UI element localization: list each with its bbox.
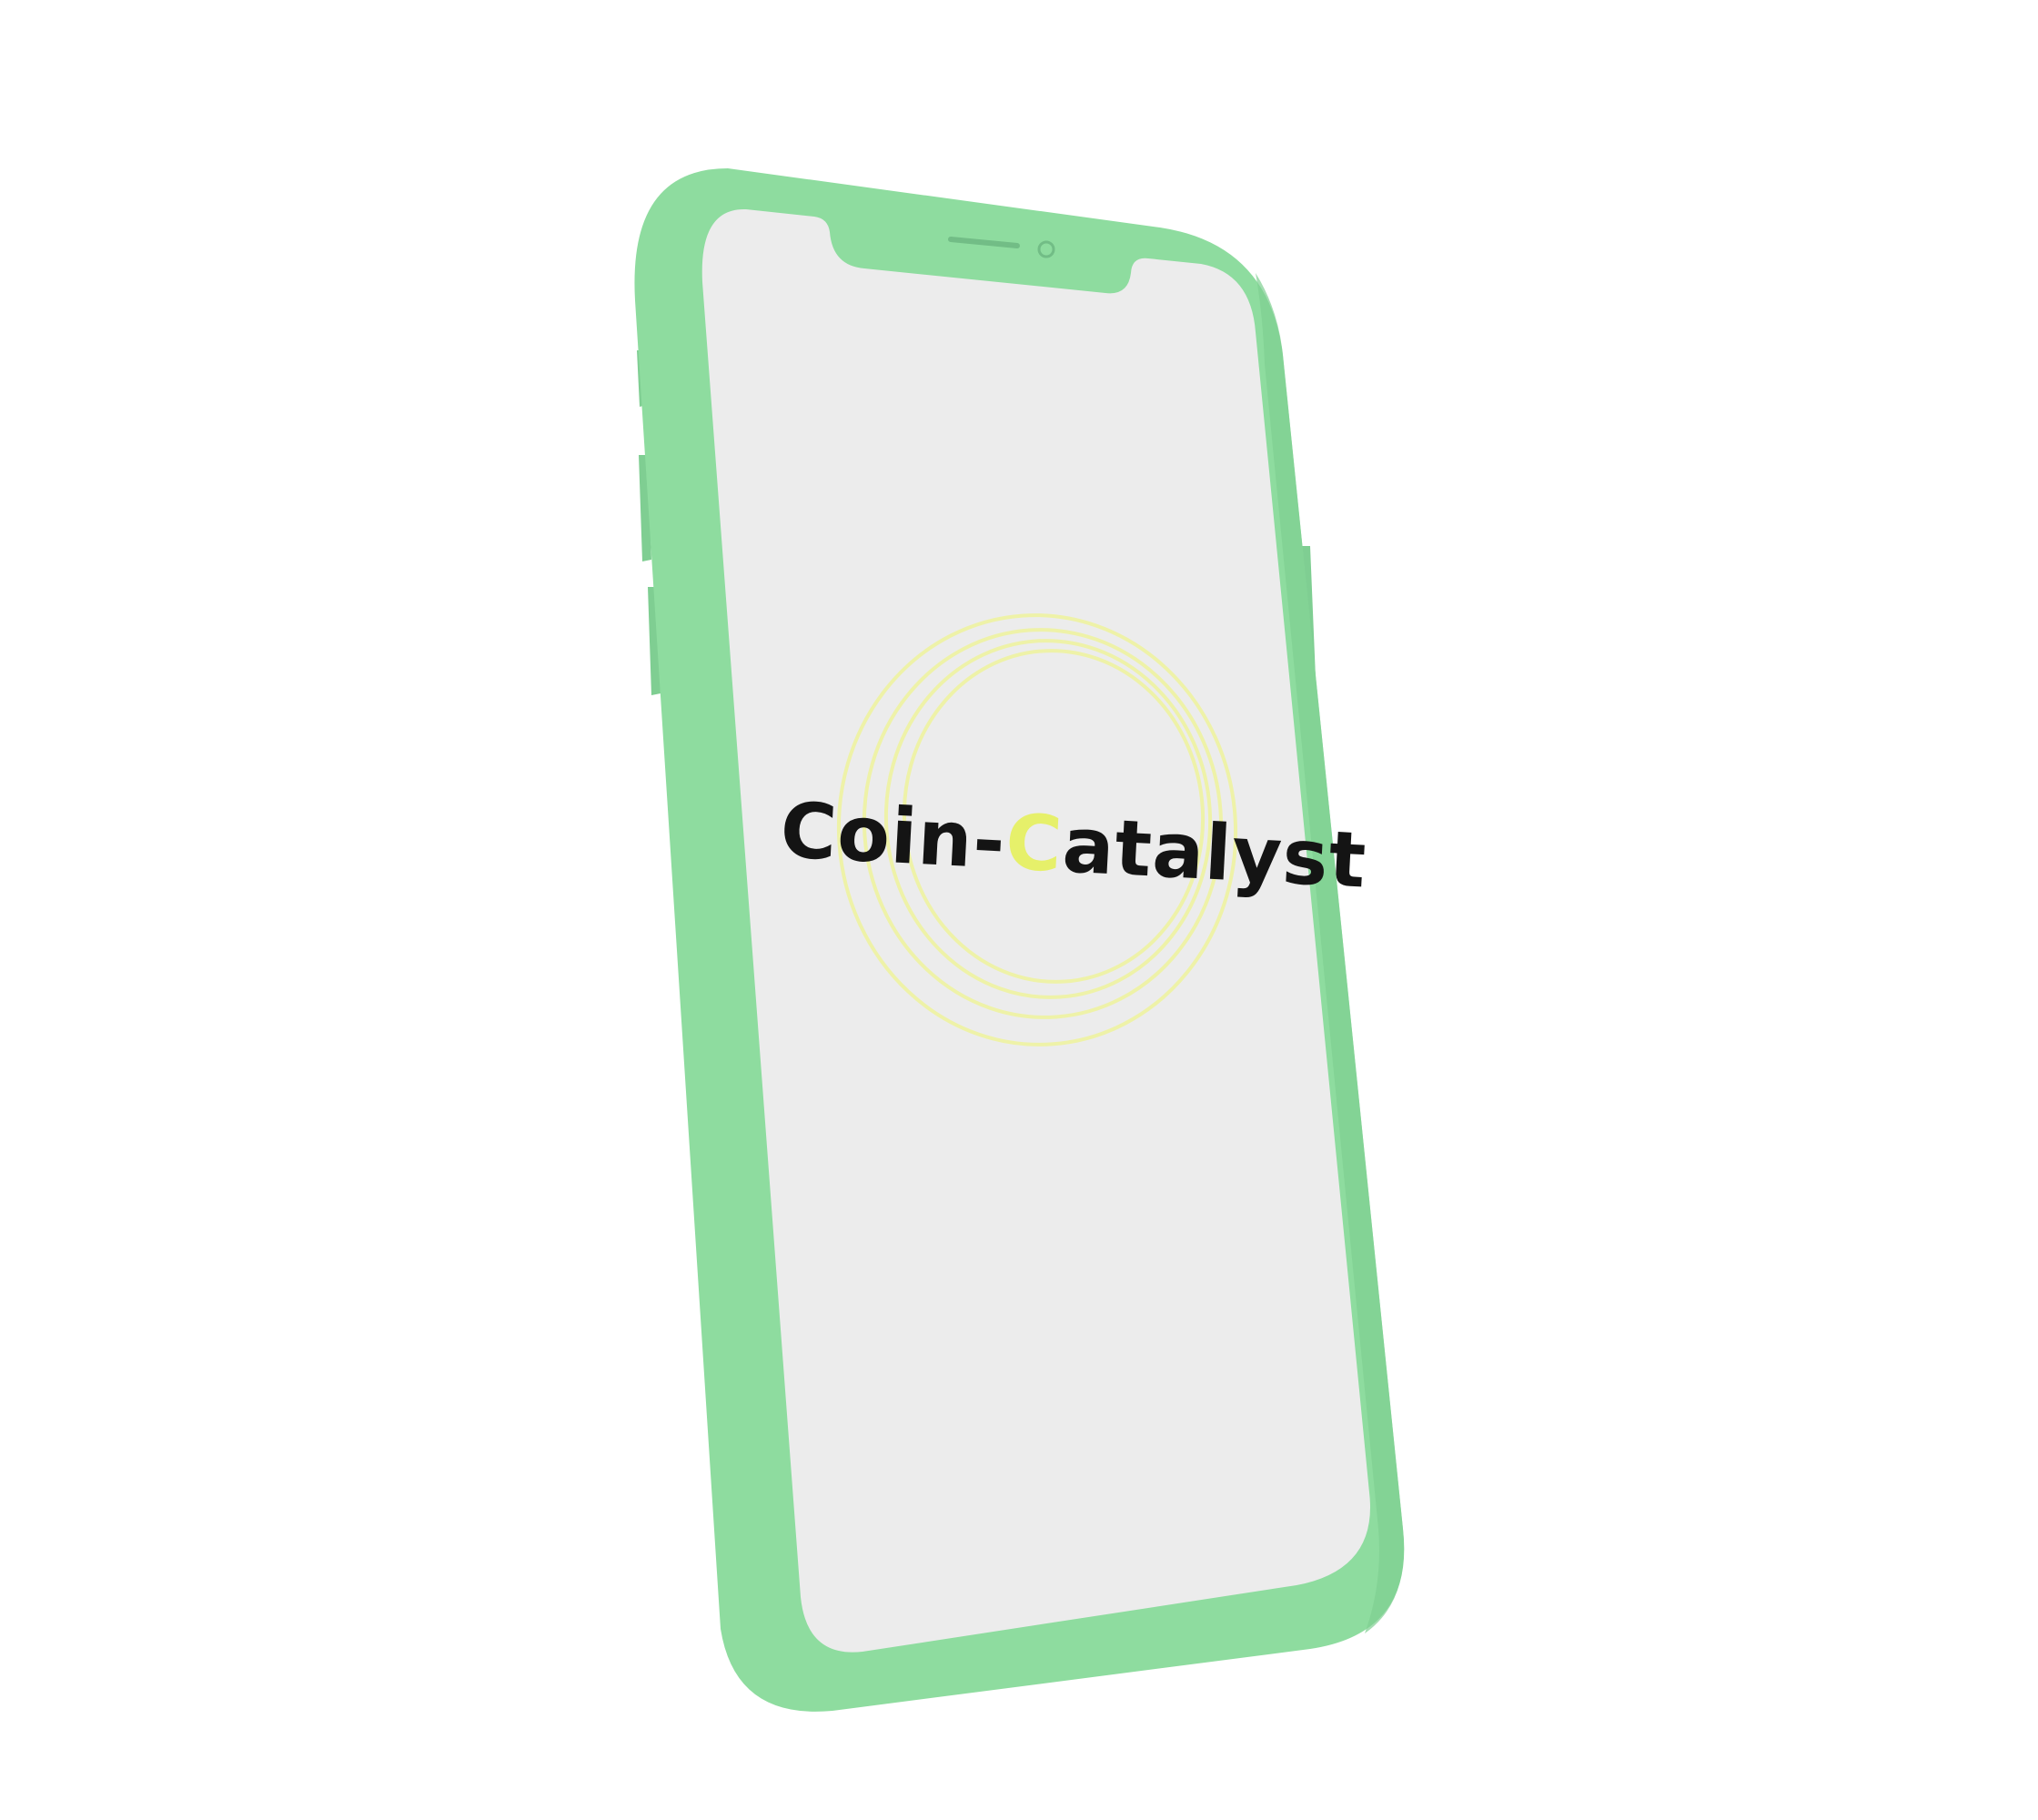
- phone-mockup: Coin-Catalyst: [0, 0, 2038, 1820]
- brand-accent-letter: C: [1003, 797, 1065, 890]
- phone-illustration: [634, 168, 1405, 1712]
- brand-prefix: Coin-: [778, 785, 1009, 886]
- brand-suffix: atalyst: [1060, 800, 1369, 905]
